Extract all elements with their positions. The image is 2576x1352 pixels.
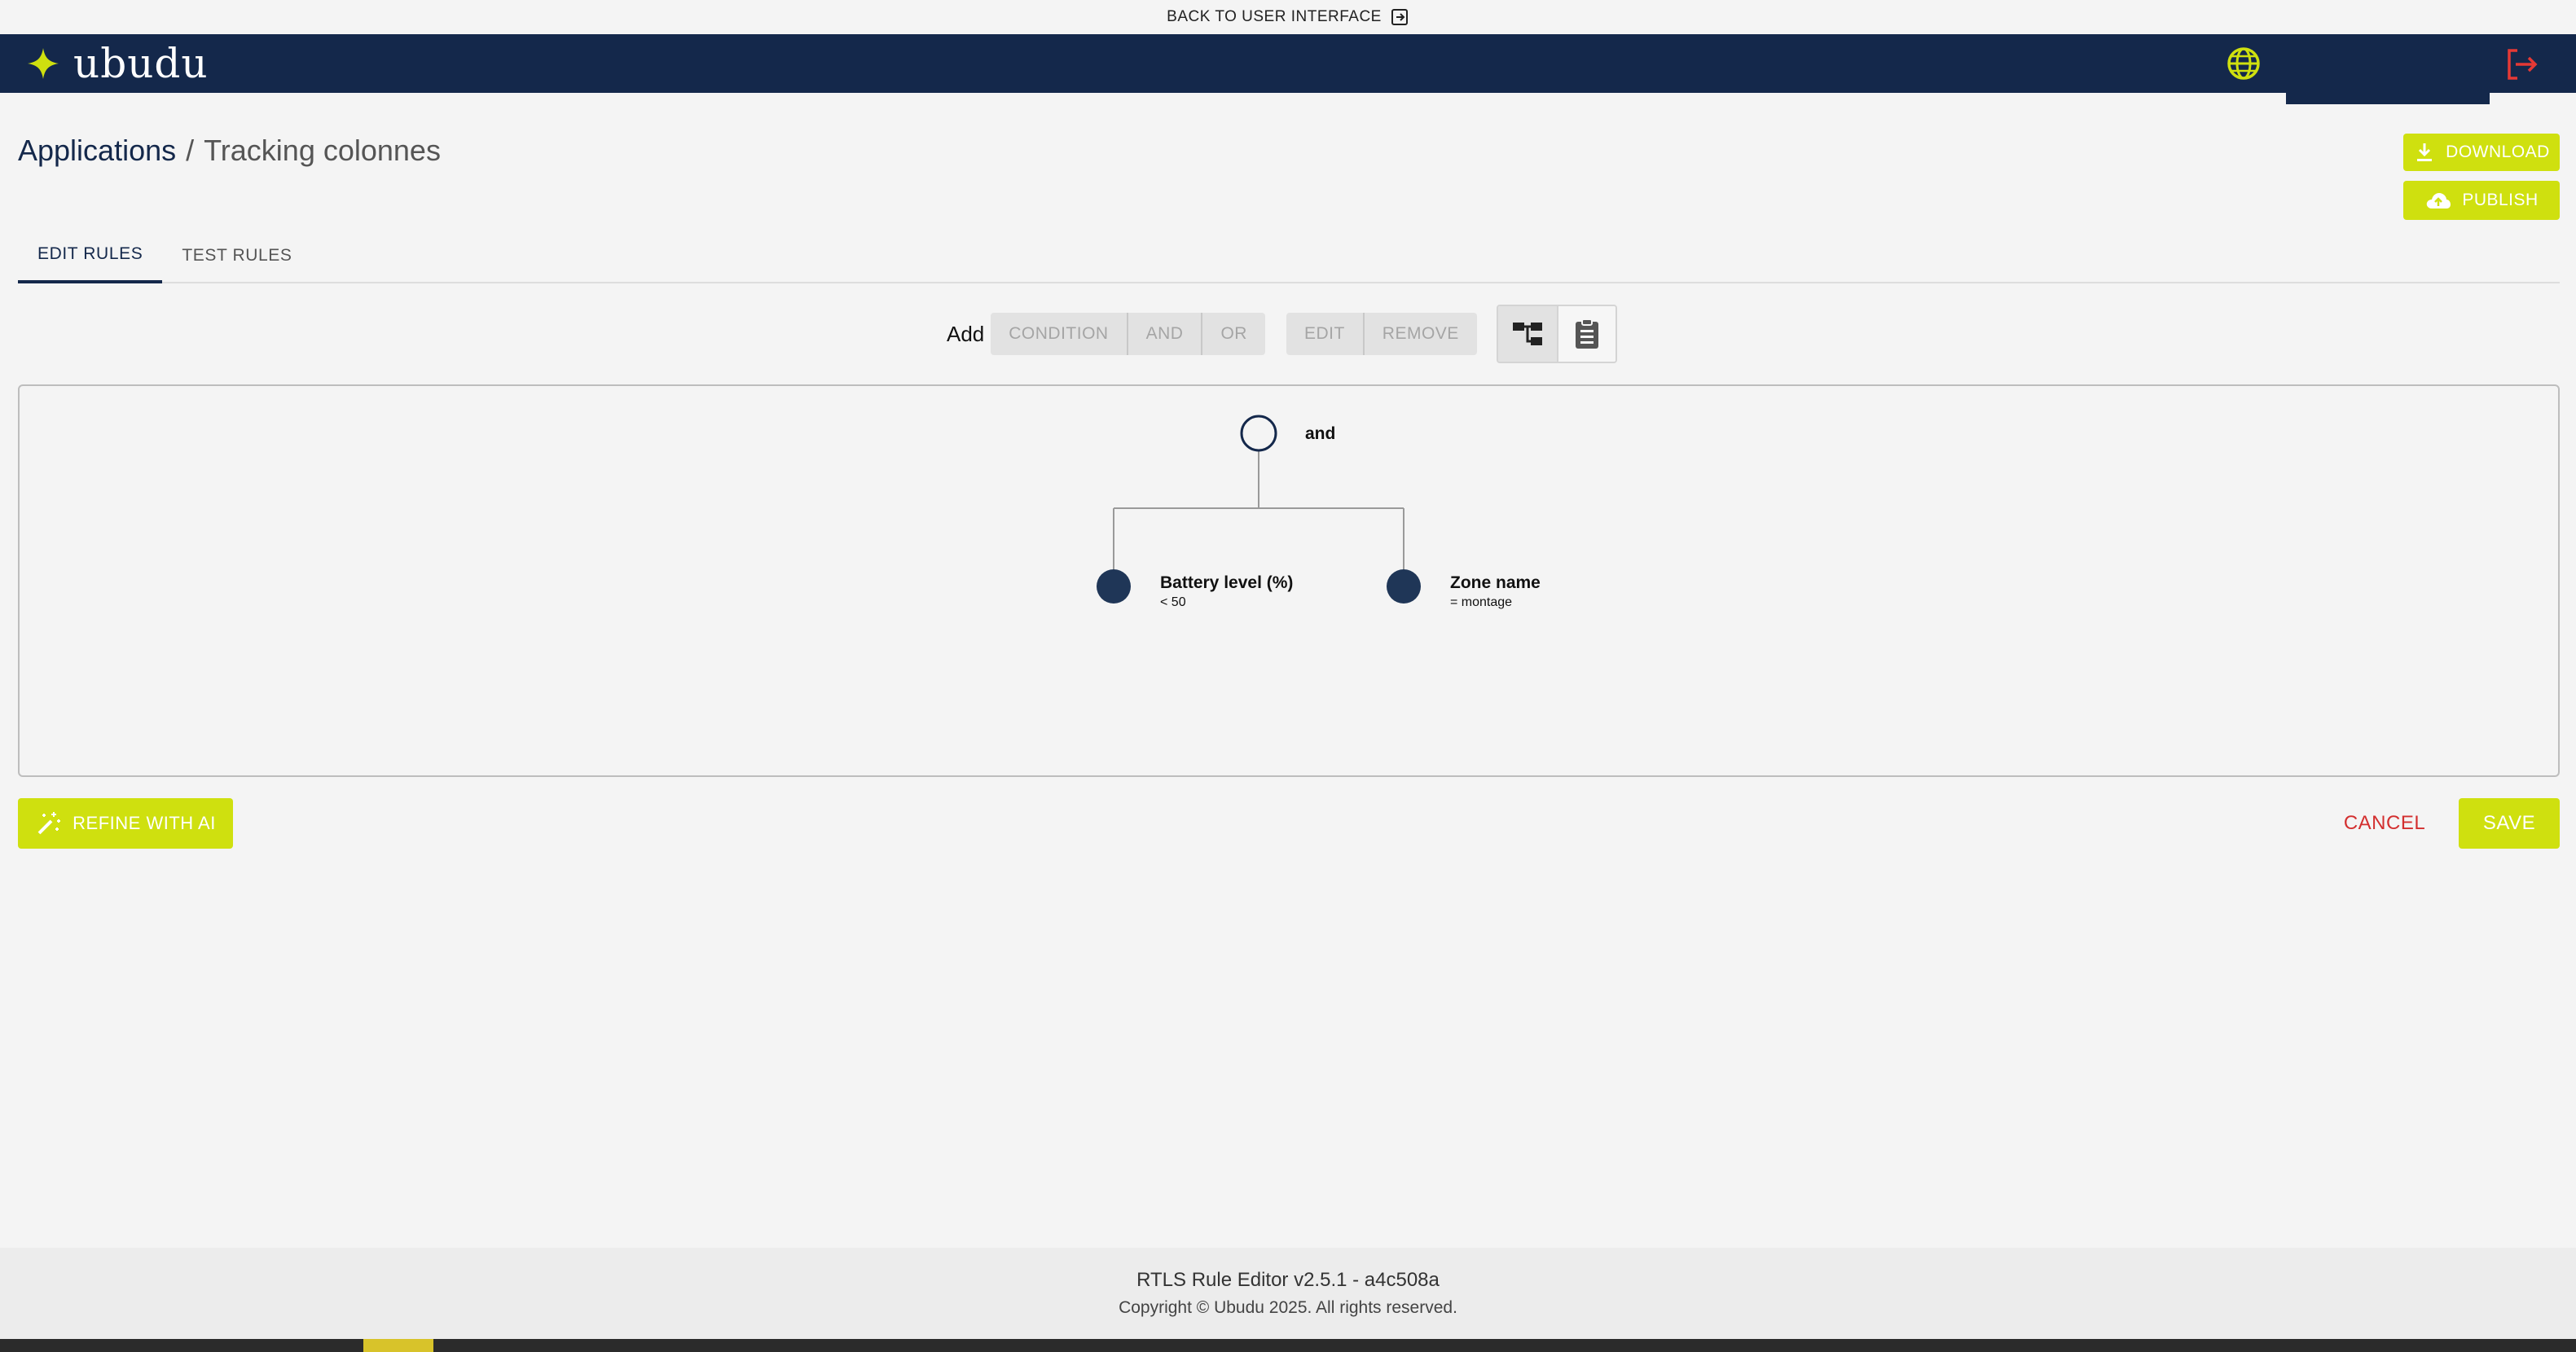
view-toggle-group — [1496, 305, 1617, 363]
and-node-label: and — [1305, 424, 1335, 443]
add-and-button[interactable]: AND — [1128, 313, 1203, 355]
page-title: Tracking colonnes — [204, 134, 441, 167]
cancel-button[interactable]: CANCEL — [2332, 798, 2438, 849]
app-header: ubudu — [0, 34, 2576, 93]
logo[interactable]: ubudu — [24, 41, 209, 86]
footer-copyright: Copyright © Ubudu 2025. All rights reser… — [1119, 1298, 1457, 1317]
breadcrumb-applications-link[interactable]: Applications — [18, 134, 176, 168]
publish-button[interactable]: PUBLISH — [2403, 181, 2560, 220]
refine-with-ai-button[interactable]: REFINE WITH AI — [18, 798, 233, 849]
logout-icon[interactable] — [2503, 46, 2540, 83]
download-label: DOWNLOAD — [2446, 143, 2550, 161]
footer-version: RTLS Rule Editor v2.5.1 - a4c508a — [1136, 1269, 1440, 1291]
battery-condition-value: < 50 — [1160, 595, 1186, 609]
sparkle-logo-icon — [28, 48, 59, 79]
text-view-button[interactable] — [1556, 306, 1615, 362]
download-button[interactable]: DOWNLOAD — [2403, 134, 2560, 171]
tab-test-rules[interactable]: TEST RULES — [162, 228, 311, 283]
tab-edit-rules[interactable]: EDIT RULES — [18, 228, 163, 283]
tree-view-button[interactable] — [1497, 306, 1557, 362]
tree-view-icon — [1512, 323, 1542, 345]
background-window-accent — [363, 1339, 433, 1352]
globe-icon[interactable] — [2224, 44, 2263, 83]
magic-wand-icon — [37, 812, 61, 835]
brand-name: ubudu — [73, 40, 209, 87]
breadcrumb: Applications / Tracking colonnes — [18, 134, 441, 168]
header-tab-indicator — [2286, 93, 2490, 104]
footer: RTLS Rule Editor v2.5.1 - a4c508a Copyri… — [0, 1248, 2576, 1339]
cloud-upload-icon — [2427, 193, 2451, 209]
exit-box-icon — [1391, 9, 1408, 25]
rule-tree: and Battery level (%) < 50 Zone name = m… — [1097, 415, 1541, 609]
publish-label: PUBLISH — [2462, 191, 2539, 209]
remove-button[interactable]: REMOVE — [1364, 313, 1477, 355]
add-condition-button[interactable]: CONDITION — [991, 313, 1128, 355]
and-node[interactable] — [1240, 415, 1277, 452]
clipboard-list-icon — [1575, 318, 1598, 349]
tree-connector-lines — [1113, 435, 1404, 582]
zone-condition-node[interactable] — [1387, 569, 1421, 604]
zone-condition-label: Zone name — [1450, 573, 1541, 592]
battery-condition-node[interactable] — [1097, 569, 1131, 604]
download-icon — [2417, 143, 2433, 161]
add-or-button[interactable]: OR — [1202, 313, 1265, 355]
refine-with-ai-label: REFINE WITH AI — [73, 813, 216, 833]
back-to-user-interface-label: BACK TO USER INTERFACE — [1167, 8, 1382, 25]
save-button[interactable]: SAVE — [2459, 798, 2560, 849]
edit-button[interactable]: EDIT — [1286, 313, 1365, 355]
rule-tabs: EDIT RULES TEST RULES — [18, 228, 2560, 283]
breadcrumb-separator: / — [186, 134, 195, 167]
add-label: Add — [947, 321, 985, 346]
rule-tree-canvas[interactable]: and Battery level (%) < 50 Zone name = m… — [18, 384, 2560, 777]
top-strip: BACK TO USER INTERFACE — [0, 0, 2576, 34]
zone-condition-value: = montage — [1450, 595, 1512, 609]
back-to-user-interface-link[interactable]: BACK TO USER INTERFACE — [1167, 7, 1409, 27]
add-button-group: CONDITION AND OR — [991, 313, 1265, 355]
rule-toolbar: Add CONDITION AND OR EDIT REMOVE — [947, 305, 1617, 363]
edit-button-group: EDIT REMOVE — [1286, 313, 1477, 355]
battery-condition-label: Battery level (%) — [1160, 573, 1293, 592]
